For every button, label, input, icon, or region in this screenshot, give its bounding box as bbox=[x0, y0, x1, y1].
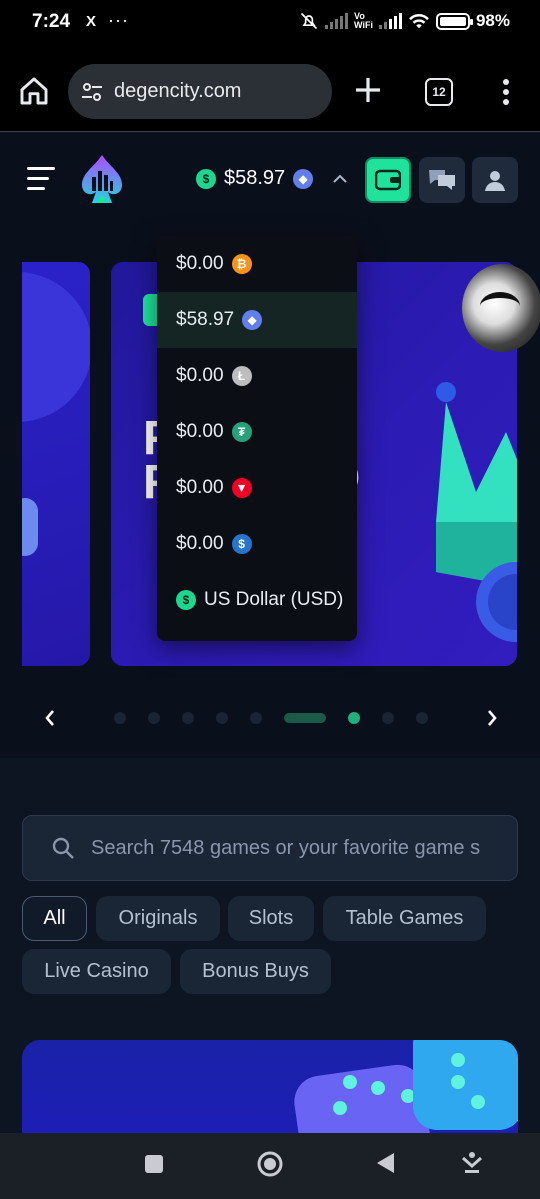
bitcoin-icon: ₿ bbox=[231, 254, 252, 274]
carousel-dot[interactable] bbox=[114, 712, 126, 724]
overflow-menu-icon[interactable] bbox=[494, 76, 518, 108]
recents-icon[interactable] bbox=[144, 1154, 164, 1174]
wallet-button[interactable] bbox=[365, 157, 411, 203]
tron-icon: ▼ bbox=[231, 478, 252, 498]
site-settings-icon[interactable] bbox=[80, 80, 104, 104]
carousel-dots bbox=[114, 712, 428, 724]
currency-option-ltc[interactable]: $0.00 Ł bbox=[157, 348, 357, 404]
currency-option-usdt[interactable]: $0.00 ₮ bbox=[157, 404, 357, 460]
currency-amount: $0.00 bbox=[176, 421, 224, 442]
url-text[interactable]: degencity.com bbox=[114, 80, 241, 103]
chevron-up-icon[interactable] bbox=[331, 170, 349, 188]
clock: 7:24 bbox=[32, 11, 71, 32]
currency-option-eth[interactable]: $58.97 ◆ bbox=[157, 292, 357, 348]
degencity-logo[interactable] bbox=[80, 153, 124, 205]
currency-option-usdc[interactable]: $0.00 $ bbox=[157, 516, 357, 572]
filter-chip-bonus-buys[interactable]: Bonus Buys bbox=[180, 949, 331, 994]
carousel-slide-previous[interactable] bbox=[22, 262, 90, 666]
balance-selector[interactable]: $ $58.97 ◆ bbox=[196, 167, 349, 190]
currency-option-trx[interactable]: $0.00 ▼ bbox=[157, 460, 357, 516]
wifi-icon bbox=[409, 13, 429, 29]
chevron-right-icon[interactable] bbox=[485, 708, 499, 728]
currency-amount: $0.00 bbox=[176, 365, 224, 386]
currency-option-btc[interactable]: $0.00 ₿ bbox=[157, 236, 357, 292]
search-icon bbox=[52, 837, 74, 859]
user-icon bbox=[485, 171, 505, 191]
balance-amount: $58.97 bbox=[224, 167, 286, 189]
originals-promo-card[interactable] bbox=[22, 1040, 518, 1140]
usd-icon: $ bbox=[196, 168, 216, 189]
battery-percent: 98% bbox=[475, 11, 510, 30]
status-bar: 7:24 X ··· Vo WiFi 98% bbox=[0, 0, 540, 48]
carousel-dot-active[interactable] bbox=[348, 712, 360, 724]
browser-toolbar: degencity.com 12 bbox=[0, 48, 540, 132]
currency-amount: $0.00 bbox=[176, 253, 224, 274]
chat-icon bbox=[429, 170, 455, 190]
chat-button[interactable] bbox=[419, 157, 465, 203]
carousel-dot[interactable] bbox=[416, 712, 428, 724]
currency-amount: $58.97 bbox=[176, 309, 235, 330]
crown-illustration bbox=[436, 382, 517, 642]
signal-icon bbox=[325, 13, 349, 29]
keyboard-hide-icon[interactable] bbox=[459, 1150, 485, 1176]
new-tab-icon[interactable] bbox=[352, 74, 384, 106]
site-header: $ $58.97 ◆ bbox=[0, 133, 540, 228]
bell-muted-icon bbox=[300, 12, 318, 30]
carousel-dot[interactable] bbox=[250, 712, 262, 724]
hamburger-menu-icon[interactable] bbox=[27, 167, 55, 193]
carousel-dot[interactable] bbox=[148, 712, 160, 724]
carousel-dot[interactable] bbox=[182, 712, 194, 724]
search-placeholder: Search 7548 games or your favorite game … bbox=[91, 836, 481, 859]
carousel-dot[interactable] bbox=[382, 712, 394, 724]
currency-amount: $0.00 bbox=[176, 477, 224, 498]
usdc-icon: $ bbox=[231, 534, 252, 554]
tether-icon: ₮ bbox=[231, 422, 252, 442]
carousel-dot-progress[interactable] bbox=[284, 713, 326, 723]
currency-label: US Dollar (USD) bbox=[204, 589, 344, 610]
tab-switcher-button[interactable]: 12 bbox=[425, 78, 453, 106]
filter-chip-table-games[interactable]: Table Games bbox=[323, 896, 486, 941]
system-navigation-bar bbox=[0, 1133, 540, 1199]
chevron-left-icon[interactable] bbox=[43, 708, 57, 728]
ethereum-icon: ◆ bbox=[293, 168, 314, 189]
battery-icon bbox=[435, 12, 473, 30]
floating-avatar-image[interactable] bbox=[462, 264, 540, 352]
more-notifications-icon: ··· bbox=[108, 10, 129, 30]
vowifi-icon: Vo WiFi bbox=[354, 11, 373, 30]
signal-icon-2 bbox=[378, 13, 402, 29]
carousel-navigation bbox=[0, 708, 540, 728]
filter-chip-live-casino[interactable]: Live Casino bbox=[22, 949, 171, 994]
back-icon[interactable] bbox=[374, 1151, 396, 1175]
home-nav-icon[interactable] bbox=[256, 1150, 284, 1178]
profile-button[interactable] bbox=[472, 157, 518, 203]
dice-illustration bbox=[294, 1040, 518, 1140]
filter-chip-all[interactable]: All bbox=[22, 896, 87, 941]
filter-chip-slots[interactable]: Slots bbox=[228, 896, 314, 941]
currency-amount: $0.00 bbox=[176, 533, 224, 554]
ethereum-icon: ◆ bbox=[242, 310, 263, 330]
currency-option-usd[interactable]: $ US Dollar (USD) bbox=[157, 572, 357, 628]
currency-dropdown: $0.00 ₿ $58.97 ◆ $0.00 Ł $0.00 ₮ $0.00 ▼… bbox=[157, 236, 357, 641]
address-bar[interactable]: degencity.com bbox=[68, 64, 332, 119]
wallet-icon bbox=[375, 169, 401, 191]
usd-icon: $ bbox=[176, 590, 196, 610]
carousel-dot[interactable] bbox=[216, 712, 228, 724]
x-app-icon: X bbox=[86, 13, 97, 30]
filter-chip-originals[interactable]: Originals bbox=[96, 896, 220, 941]
home-icon[interactable] bbox=[18, 75, 50, 107]
litecoin-icon: Ł bbox=[231, 366, 252, 386]
game-search-input[interactable]: Search 7548 games or your favorite game … bbox=[22, 815, 518, 881]
